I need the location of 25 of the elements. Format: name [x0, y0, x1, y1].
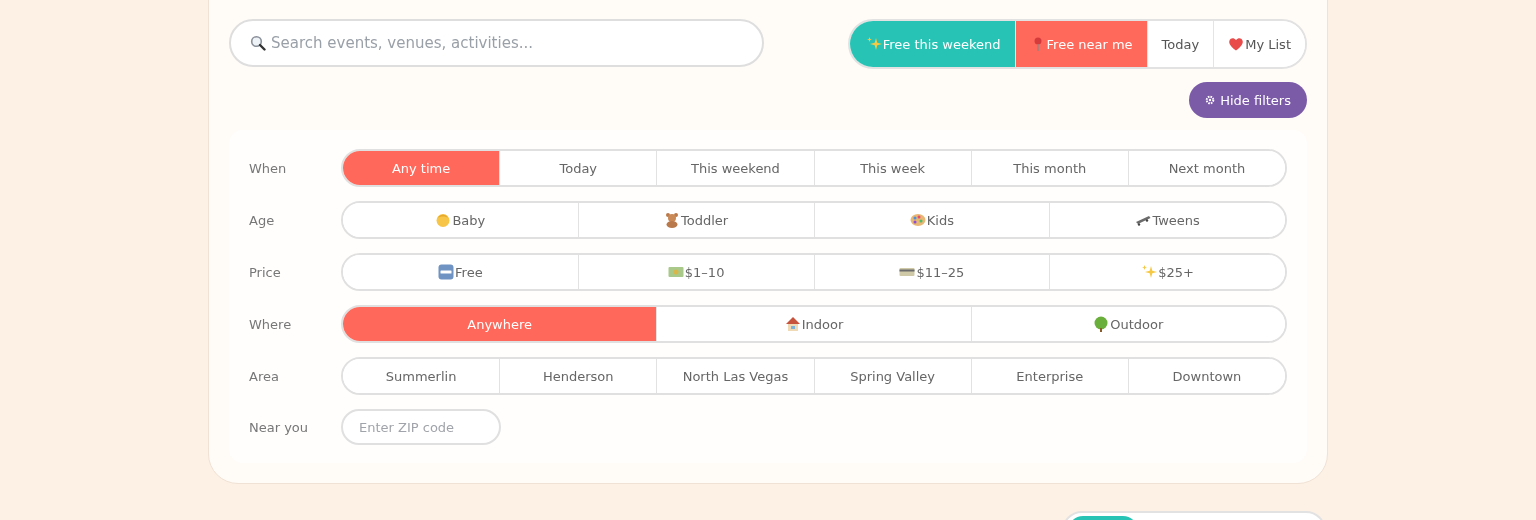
hide-filters-button[interactable]: Hide filters	[1189, 82, 1307, 118]
filter-label: Area	[249, 368, 280, 384]
filter-option[interactable]: Downtown	[1127, 359, 1285, 393]
filter-option[interactable]: Outdoor	[970, 307, 1285, 341]
search-icon	[250, 35, 266, 51]
zip-code-field[interactable]: Enter ZIP code	[341, 409, 501, 445]
free-tag-icon	[438, 264, 455, 280]
filter-label: Near you	[249, 419, 310, 435]
filter-option[interactable]: Next month	[1127, 151, 1285, 185]
filter-label: Price	[249, 264, 282, 280]
tree-icon	[1093, 316, 1110, 332]
banknote-icon	[667, 264, 684, 280]
filter-label: When	[249, 160, 288, 176]
gear-icon	[1205, 95, 1216, 105]
quick-filter-button[interactable]: My List	[1213, 21, 1305, 67]
heart-icon	[1228, 36, 1245, 52]
house-icon	[784, 316, 801, 332]
search-field[interactable]: Search events, venues, activities...	[229, 19, 764, 67]
filter-label: Age	[249, 212, 276, 228]
teddy-bear-icon	[664, 212, 681, 228]
baby-face-icon	[435, 212, 452, 228]
palette-icon	[909, 212, 926, 228]
filter-option[interactable]: $25+	[1049, 255, 1285, 289]
filter-label: Where	[249, 316, 293, 332]
filter-option[interactable]: Tweens	[1049, 203, 1285, 237]
